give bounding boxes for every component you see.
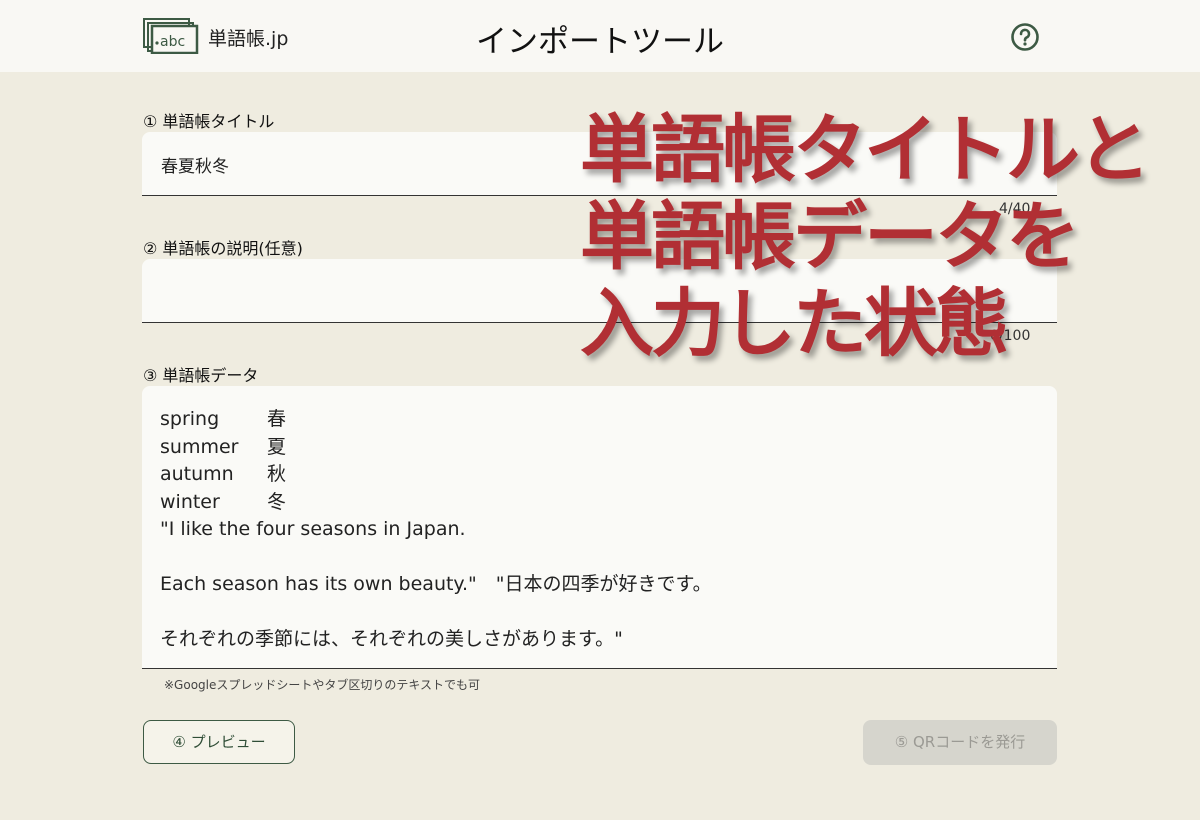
data-line: spring 春 bbox=[160, 408, 287, 430]
question-circle-icon[interactable] bbox=[1010, 22, 1040, 52]
data-line bbox=[160, 544, 1039, 572]
annotation-line-3: 入力した状態 bbox=[580, 281, 1009, 367]
description-label: ② 単語帳の説明(任意) bbox=[143, 239, 303, 258]
data-textarea[interactable]: spring 春 summer 夏 autumn 秋 winter 冬 "I like … bbox=[142, 386, 1057, 669]
issue-qr-button[interactable]: ⑤ QRコードを発行 bbox=[863, 720, 1057, 765]
preview-button[interactable]: ④ プレビュー bbox=[143, 720, 295, 764]
data-label: ③ 単語帳データ bbox=[143, 366, 259, 385]
data-format-hint: ※Googleスプレッドシートやタブ区切りのテキストでも可 bbox=[164, 678, 481, 692]
app-header: abc 単語帳.jp インポートツール bbox=[0, 0, 1200, 72]
data-line: それぞれの季節には、それぞれの美しさがあります。" bbox=[160, 628, 623, 650]
data-line: winter 冬 bbox=[160, 490, 287, 513]
data-line: Each season has its own beauty." "日本の四季が… bbox=[160, 573, 712, 595]
title-label: ① 単語帳タイトル bbox=[143, 112, 275, 131]
data-line: autumn 秋 bbox=[160, 463, 287, 485]
annotation-line-1: 単語帳タイトルと bbox=[580, 107, 1151, 193]
annotation-overlay: 単語帳タイトルと 単語帳データを 入力した状態 bbox=[580, 107, 1151, 368]
data-line: summer 夏 bbox=[160, 435, 287, 458]
annotation-line-2: 単語帳データを bbox=[580, 194, 1080, 280]
data-line bbox=[160, 599, 1039, 627]
title-input-value[interactable]: 春夏秋冬 bbox=[161, 152, 229, 177]
data-line: "I like the four seasons in Japan. bbox=[160, 518, 466, 540]
